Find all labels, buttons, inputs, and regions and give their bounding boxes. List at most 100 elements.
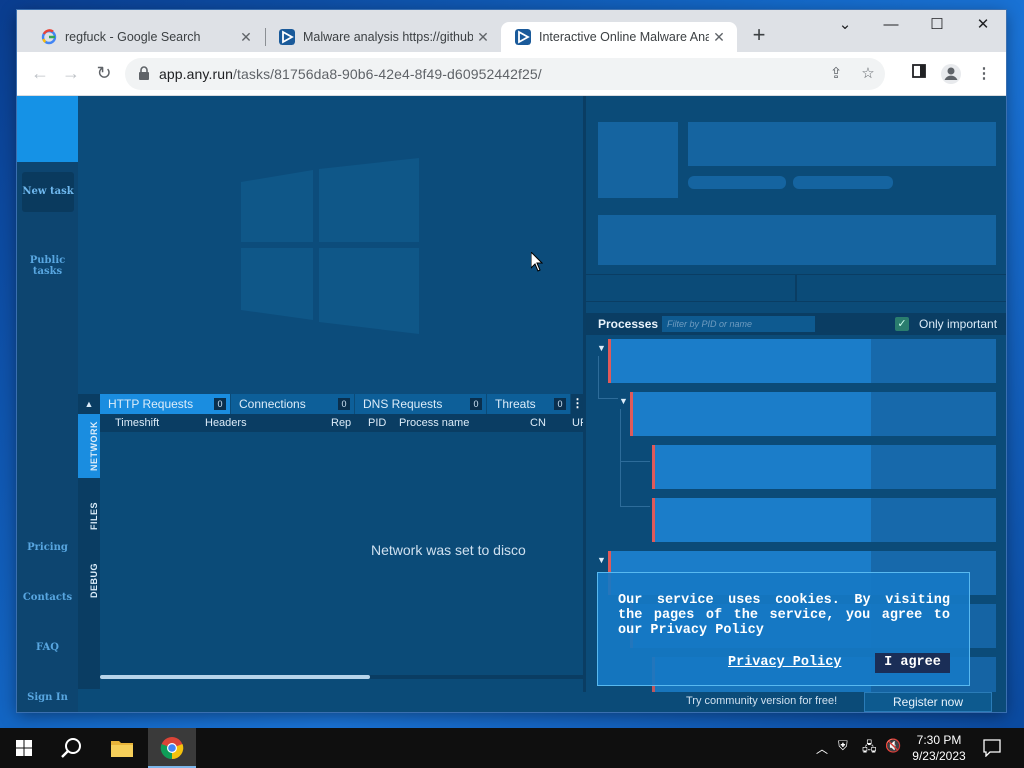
try-community-text: Try community version for free! [686,695,838,707]
address-bar[interactable]: app.any.run/tasks/81756da8-90b6-42e4-8f4… [125,58,885,90]
search-button[interactable] [48,728,96,768]
clock-date: 9/23/2023 [912,749,966,763]
clock[interactable]: 7:30 PM 9/23/2023 [904,732,974,764]
count-badge: 0 [470,398,482,410]
process-row[interactable] [652,498,996,542]
close-tab-icon[interactable]: ✕ [473,29,493,46]
google-icon [41,29,57,45]
process-bar [633,392,871,436]
side-panel-icon[interactable] [908,63,930,85]
side-tab-label: NETWORK [89,421,99,471]
privacy-policy-link[interactable]: Privacy Policy [728,655,841,670]
close-tab-icon[interactable]: ✕ [709,29,729,46]
divider [795,274,797,302]
processes-title: Processes [598,317,659,331]
url-host: app.any.run [159,66,234,82]
tab-interactive-analysis[interactable]: Interactive Online Malware Analysis ✕ [501,22,737,52]
column-header[interactable]: Headers [205,417,247,429]
new-task-button[interactable]: New task [22,172,74,212]
tab-connections[interactable]: Connections 0 [231,394,354,414]
horizontal-scrollbar[interactable] [100,675,584,679]
search-icon [61,738,81,758]
tree-line [620,409,650,462]
toolbar: ← → ↻ app.any.run/tasks/81756da8-90b6-42… [17,52,1006,96]
tab-http-requests[interactable]: HTTP Requests 0 [100,394,230,414]
tree-line [620,462,650,507]
contacts-link[interactable]: Contacts [17,592,78,603]
collapse-panel-icon[interactable]: ▲ [78,394,100,414]
url-path: /tasks/81756da8-90b6-42e4-8f49-d60952442… [233,66,542,82]
chrome-taskbar-button[interactable] [148,728,196,768]
tab-label: Connections [239,397,306,411]
back-icon[interactable]: ← [28,62,52,86]
reload-icon[interactable]: ↻ [92,62,116,86]
process-bar [611,339,871,383]
security-warning-icon[interactable]: ⛨ [838,738,848,754]
maximize-button[interactable]: ☐ [914,10,960,42]
process-bar [655,445,871,489]
column-header[interactable]: CN [530,417,546,429]
folder-icon [111,741,133,757]
windows-logo-icon [241,158,419,334]
minimize-button[interactable]: — [868,10,914,42]
anyrun-icon [515,29,531,45]
logo[interactable] [17,96,78,162]
tab-google-search[interactable]: regfuck - Google Search ✕ [27,22,264,52]
new-tab-button[interactable]: + [747,24,771,48]
close-window-button[interactable]: ✕ [960,10,1006,42]
profile-avatar-icon[interactable] [940,63,962,85]
scrollbar-thumb[interactable] [100,675,370,679]
notifications-icon[interactable] [983,739,1001,757]
public-tasks-link[interactable]: Public tasks [17,255,78,277]
expand-triangle-icon[interactable]: ▼ [597,555,606,565]
process-row[interactable] [630,392,996,436]
processes-header: Processes Filter by PID or name ✓ Only i… [586,313,1006,335]
side-tab-debug[interactable]: DEBUG [78,556,100,618]
placeholder-block [793,176,893,189]
column-header[interactable]: Rep [331,417,351,429]
process-row[interactable] [652,445,996,489]
menu-kebab-icon[interactable]: ⋮ [973,63,995,85]
process-filter-input[interactable]: Filter by PID or name [662,316,815,332]
show-hidden-icons-icon[interactable]: ︿ [816,740,828,757]
tab-threats[interactable]: Threats 0 [487,394,570,414]
expand-triangle-icon[interactable]: ▼ [597,343,606,353]
side-tabs: NETWORK FILES DEBUG [78,414,100,689]
faq-link[interactable]: FAQ [17,642,78,653]
lock-icon[interactable] [138,66,150,81]
tab-title: Interactive Online Malware Analysis [539,30,709,44]
tab-malware-analysis[interactable]: Malware analysis https://github.com ✕ [265,22,501,52]
volume-muted-icon[interactable]: 🔇 [885,738,901,754]
new-task-label: New task [22,186,74,197]
i-agree-button[interactable]: I agree [875,653,950,673]
taskbar: ︿ ⛨ 🖧 🔇 7:30 PM 9/23/2023 [0,728,1024,768]
bookmark-star-icon[interactable]: ☆ [857,63,879,85]
column-header[interactable]: PID [368,417,386,429]
network-panel: ▲ HTTP Requests 0 Connections 0 DNS Requ… [78,394,588,689]
only-important-checkbox[interactable]: ✓ [895,317,909,331]
column-header[interactable]: Timeshift [115,417,159,429]
side-tab-label: FILES [89,501,99,530]
vm-screen[interactable] [78,96,583,394]
page-content: New task Public tasks Pricing Contacts F… [17,96,1006,712]
start-button[interactable] [0,728,48,768]
placeholder-block [598,122,678,198]
expand-triangle-icon[interactable]: ▼ [619,396,628,406]
cookie-banner: Our service uses cookies. By visiting th… [597,572,970,686]
network-icon[interactable]: 🖧 [862,738,877,760]
tab-dns-requests[interactable]: DNS Requests 0 [355,394,486,414]
close-tab-icon[interactable]: ✕ [236,29,256,46]
process-row[interactable] [608,339,996,383]
forward-icon[interactable]: → [59,62,83,86]
column-header[interactable]: Process name [399,417,469,429]
tab-search-button[interactable]: ⌄ [822,10,868,42]
side-tab-files[interactable]: FILES [78,494,100,550]
share-icon[interactable]: ⇪ [825,63,847,85]
side-tab-network[interactable]: NETWORK [78,414,100,478]
sign-in-link[interactable]: Sign In [17,692,78,703]
register-now-button[interactable]: Register now [864,692,992,712]
file-explorer-button[interactable] [98,728,146,768]
cookie-text: Our service uses cookies. By visiting th… [618,593,950,638]
pricing-link[interactable]: Pricing [17,542,78,553]
only-important-label[interactable]: Only important [919,317,997,331]
